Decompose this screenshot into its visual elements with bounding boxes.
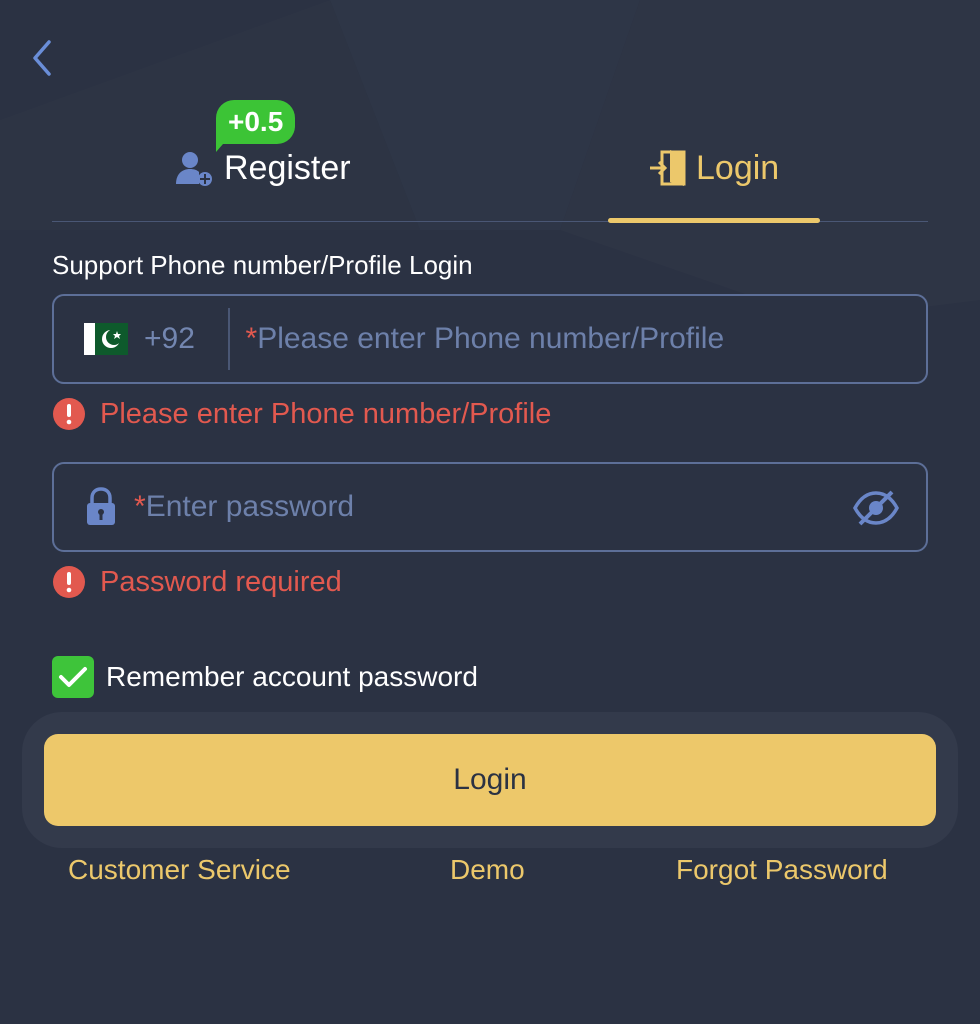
chevron-left-icon	[33, 40, 51, 76]
back-button[interactable]	[22, 36, 62, 80]
country-code[interactable]: +92	[144, 322, 214, 356]
password-input[interactable]: *Enter password	[134, 490, 354, 524]
auth-tabs: Register +0.5 Login	[52, 100, 928, 223]
password-error: Password required	[52, 565, 342, 599]
lock-icon	[87, 487, 115, 525]
bonus-badge-tail	[216, 136, 230, 152]
remember-password-toggle[interactable]: Remember account password	[52, 656, 478, 698]
tab-login-label: Login	[696, 148, 780, 187]
tab-login[interactable]: Login	[650, 146, 779, 190]
phone-input[interactable]: *Please enter Phone number/Profile	[246, 322, 725, 356]
field-divider	[228, 308, 230, 370]
remember-label: Remember account password	[106, 661, 478, 692]
password-field[interactable]: *Enter password	[52, 462, 928, 552]
phone-error: Please enter Phone number/Profile	[52, 397, 551, 431]
password-error-text: Password required	[100, 565, 342, 598]
eye-off-icon[interactable]	[852, 488, 900, 528]
password-placeholder: Enter password	[145, 490, 355, 523]
forgot-password-link[interactable]: Forgot Password	[676, 854, 888, 886]
error-icon	[53, 566, 85, 598]
login-method-label: Support Phone number/Profile Login	[52, 250, 473, 280]
remember-checkbox[interactable]	[52, 656, 94, 698]
phone-error-text: Please enter Phone number/Profile	[100, 397, 552, 430]
door-enter-icon	[650, 150, 686, 186]
customer-service-link[interactable]: Customer Service	[68, 854, 291, 886]
required-mark: *	[245, 322, 258, 355]
tab-register[interactable]: Register	[174, 146, 351, 190]
login-submit-button[interactable]: Login	[44, 734, 936, 826]
pakistan-flag-icon	[84, 323, 128, 355]
required-mark: *	[134, 490, 146, 523]
demo-link[interactable]: Demo	[450, 854, 525, 886]
checkmark-icon	[59, 667, 87, 687]
active-tab-indicator	[608, 218, 820, 223]
tab-register-label: Register	[224, 148, 351, 187]
user-plus-icon	[176, 152, 212, 186]
phone-field[interactable]: +92 *Please enter Phone number/Profile	[52, 294, 928, 384]
error-icon	[53, 398, 85, 430]
phone-placeholder: Please enter Phone number/Profile	[257, 322, 725, 355]
